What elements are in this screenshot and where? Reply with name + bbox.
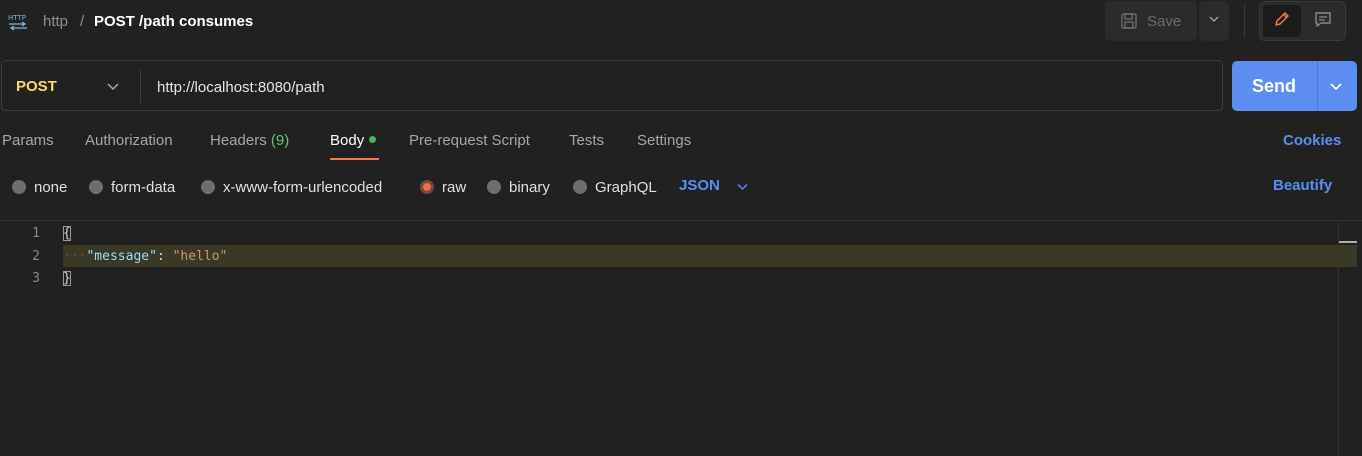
close-brace: }	[63, 271, 71, 286]
radio-binary[interactable]: binary	[487, 177, 550, 197]
radio-label: form-data	[111, 178, 176, 196]
code-line-1[interactable]: {	[63, 226, 71, 241]
url-bar: POST	[1, 60, 1223, 111]
send-label: Send	[1252, 76, 1297, 96]
radio-raw[interactable]: raw	[420, 177, 466, 197]
active-tab-underline	[330, 158, 379, 160]
code-line-3[interactable]: }	[63, 271, 71, 286]
pencil-icon	[1273, 10, 1291, 33]
line-number: 3	[32, 271, 40, 286]
radio-dot	[12, 180, 26, 194]
chevron-down-icon	[1208, 12, 1220, 30]
tab-authorization[interactable]: Authorization	[85, 132, 173, 149]
json-colon: :	[156, 249, 173, 264]
line-number: 2	[32, 249, 40, 264]
save-button[interactable]: Save	[1105, 1, 1197, 41]
radio-graphql[interactable]: GraphQL	[573, 177, 657, 197]
tab-tests[interactable]: Tests	[569, 132, 604, 149]
radio-dot	[487, 180, 501, 194]
cookies-link[interactable]: Cookies	[1283, 132, 1341, 149]
chevron-down-icon[interactable]	[1329, 79, 1343, 93]
radio-dot-selected	[420, 180, 434, 194]
save-icon	[1120, 12, 1138, 30]
line-number: 1	[32, 226, 40, 241]
comment-icon	[1314, 10, 1332, 33]
tab-body-label: Body	[330, 132, 365, 149]
json-key: "message"	[86, 249, 157, 264]
beautify-button[interactable]: Beautify	[1273, 177, 1332, 194]
radio-dot	[89, 180, 103, 194]
send-divider	[1317, 61, 1318, 111]
chevron-down-icon[interactable]	[736, 180, 749, 193]
radio-dot	[201, 180, 215, 194]
radio-label: GraphQL	[595, 178, 657, 196]
svg-text:HTTP: HTTP	[8, 14, 26, 22]
request-title[interactable]: POST /path consumes	[94, 13, 253, 30]
send-button[interactable]: Send	[1232, 61, 1357, 111]
tab-headers-label: Headers	[210, 132, 267, 149]
code-line-2[interactable]: ···"message": "hello"	[63, 249, 227, 264]
chevron-down-icon[interactable]	[106, 79, 120, 93]
tab-params[interactable]: Params	[2, 132, 54, 149]
radio-label: x-www-form-urlencoded	[223, 178, 383, 196]
method-select[interactable]: POST	[16, 78, 57, 95]
tab-pre-request-script[interactable]: Pre-request Script	[409, 132, 530, 149]
header-divider	[1244, 4, 1245, 38]
breadcrumb-collection[interactable]: http	[43, 13, 68, 30]
tab-body[interactable]: Body	[330, 132, 377, 149]
radio-x-www-form-urlencoded[interactable]: x-www-form-urlencoded	[201, 177, 382, 197]
radio-label: binary	[509, 178, 550, 196]
json-value: "hello"	[172, 249, 228, 264]
editor-scrollbar[interactable]	[1338, 221, 1339, 456]
indent-guide: ···	[63, 249, 87, 264]
current-line-highlight	[63, 245, 1357, 267]
radio-none[interactable]: none	[12, 177, 67, 197]
comment-mode-button[interactable]	[1304, 5, 1342, 37]
edit-mode-button[interactable]	[1263, 5, 1301, 37]
body-indicator-dot	[369, 136, 377, 143]
request-header: HTTP http / POST /path consumes Save	[0, 0, 1362, 44]
http-icon: HTTP	[6, 11, 30, 31]
mode-toggle	[1259, 1, 1346, 41]
save-label: Save	[1147, 12, 1182, 30]
open-brace: {	[63, 226, 71, 241]
tab-headers[interactable]: Headers (9)	[210, 132, 289, 149]
language-select[interactable]: JSON	[679, 177, 720, 194]
radio-label: raw	[442, 178, 467, 196]
headers-count: (9)	[270, 132, 290, 149]
radio-label: none	[34, 178, 68, 196]
url-divider	[140, 69, 141, 103]
breadcrumb-separator: /	[80, 13, 85, 30]
radio-dot	[573, 180, 587, 194]
tab-settings[interactable]: Settings	[637, 132, 691, 149]
radio-form-data[interactable]: form-data	[89, 177, 175, 197]
url-input[interactable]	[157, 76, 1197, 98]
scrollbar-cursor-marker	[1339, 241, 1357, 243]
save-options-button[interactable]	[1199, 1, 1229, 41]
editor-border	[0, 220, 1362, 221]
